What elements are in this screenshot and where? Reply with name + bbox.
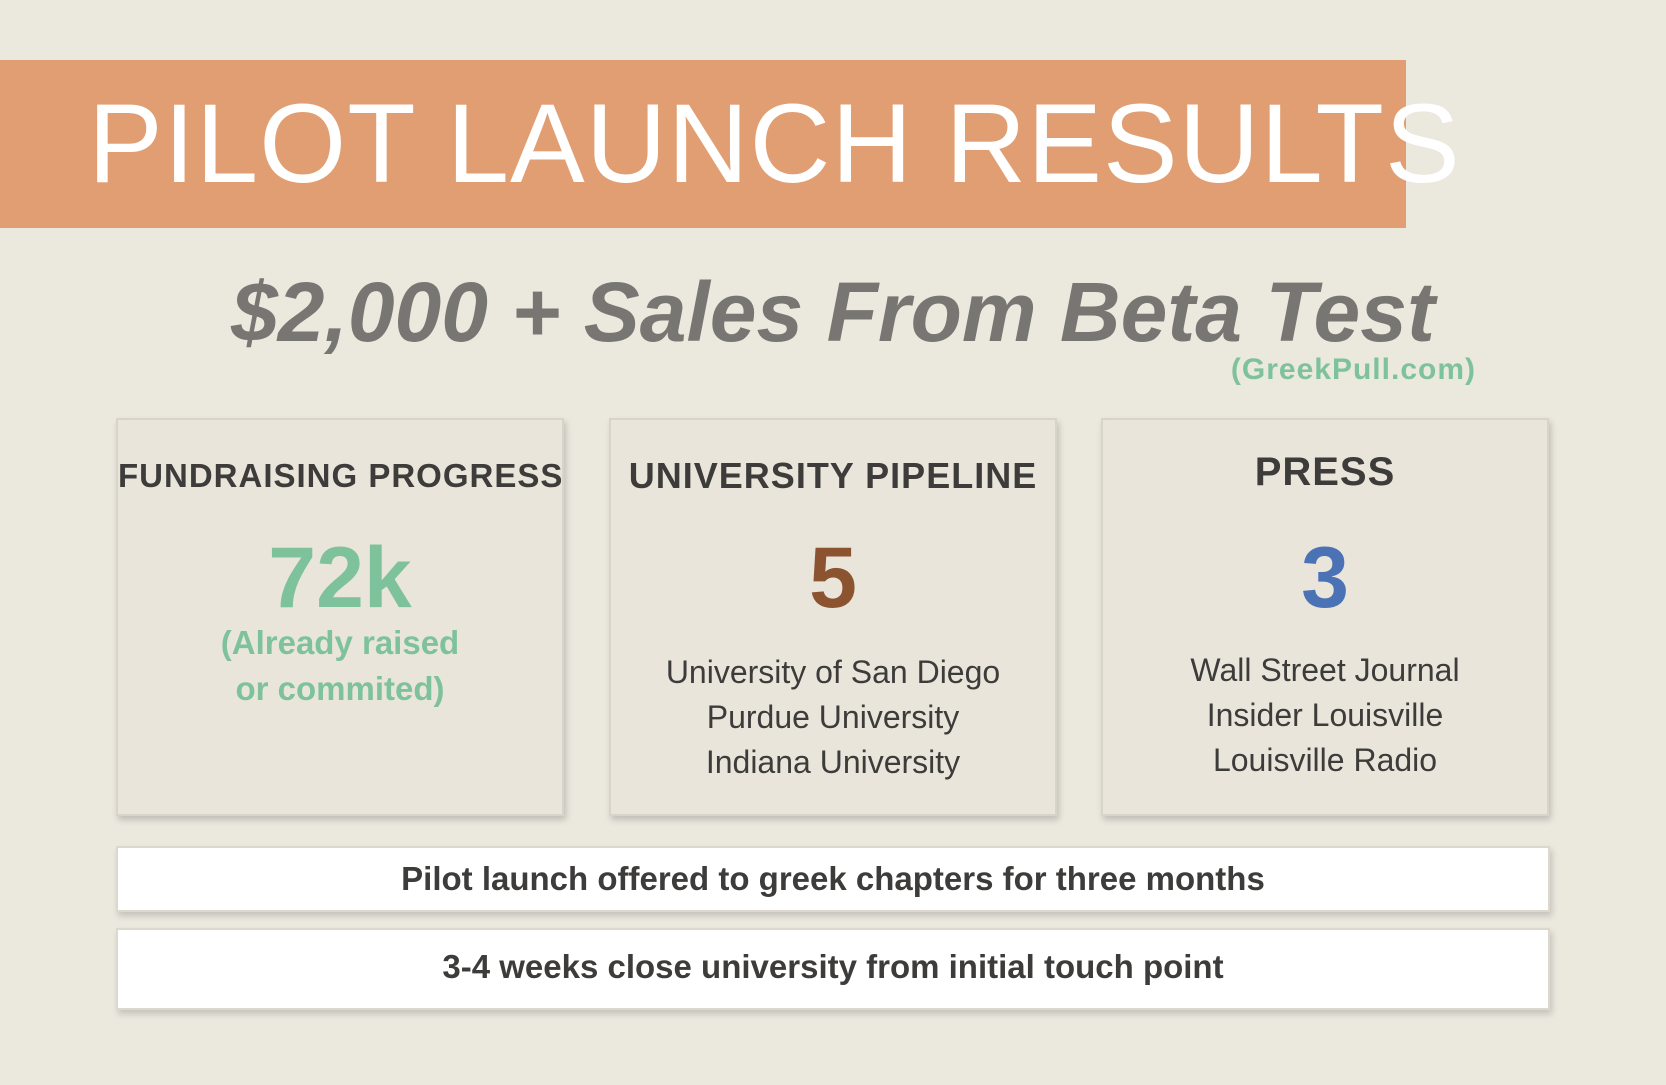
- fundraising-card: FUNDRAISING PROGRESS 72k (Already raised…: [116, 418, 564, 816]
- university-pipeline-card: UNIVERSITY PIPELINE 5 University of San …: [609, 418, 1057, 816]
- list-item: Indiana University: [705, 744, 961, 780]
- close-time-bar: 3-4 weeks close university from initial …: [116, 928, 1550, 1010]
- university-list: University of San Diego Purdue Universit…: [611, 650, 1055, 785]
- card-title: FUNDRAISING PROGRESS: [118, 457, 564, 494]
- list-item: University of San Diego: [665, 654, 1001, 690]
- card-title: PRESS: [1254, 450, 1396, 494]
- press-list: Wall Street Journal Insider Louisville L…: [1103, 648, 1547, 783]
- note-line: or commited): [235, 670, 445, 707]
- note-line: (Already raised: [220, 624, 460, 661]
- press-card: PRESS 3 Wall Street Journal Insider Loui…: [1101, 418, 1549, 816]
- pipeline-value: 5: [809, 530, 857, 626]
- list-item: Insider Louisville: [1206, 697, 1444, 733]
- page-title: PILOT LAUNCH RESULTS: [88, 81, 1461, 206]
- press-value: 3: [1301, 530, 1349, 626]
- fundraising-note: (Already raised or commited): [118, 620, 562, 712]
- sales-headline: $2,000 + Sales From Beta Test: [231, 265, 1435, 359]
- list-item: Purdue University: [706, 699, 960, 735]
- source-note: (GreekPull.com): [1230, 353, 1476, 386]
- fundraising-value: 72k: [268, 530, 412, 626]
- pilot-duration-bar: Pilot launch offered to greek chapters f…: [116, 846, 1550, 912]
- list-item: Wall Street Journal: [1190, 652, 1460, 688]
- card-title: UNIVERSITY PIPELINE: [628, 455, 1038, 496]
- list-item: Louisville Radio: [1212, 742, 1438, 778]
